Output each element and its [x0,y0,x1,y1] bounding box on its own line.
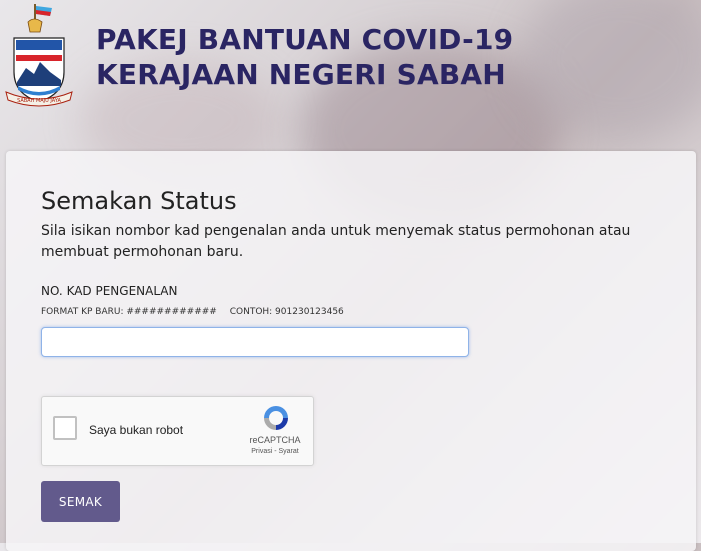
recaptcha-privacy-terms-link[interactable]: Privasi - Syarat [241,448,309,455]
ic-format-hint: FORMAT KP BARU: ############ CONTOH: 901… [41,307,354,317]
semak-button[interactable]: SEMAK [41,481,120,522]
ic-example-text: CONTOH: 901230123456 [229,307,344,317]
logo-motto: SABAH MAJU JAYA [17,98,61,104]
page-title-line-2: KERAJAAN NEGERI SABAH [96,58,506,91]
form-heading: Semakan Status [41,187,237,215]
ic-number-label: NO. KAD PENGENALAN [41,284,178,298]
ic-format-text: FORMAT KP BARU: ############ [41,307,217,317]
form-description: Sila isikan nombor kad pengenalan anda u… [41,223,631,260]
status-check-card: Semakan Status Sila isikan nombor kad pe… [6,151,696,551]
sabah-crest-logo: SABAH MAJU JAYA [5,4,73,107]
page-title: PAKEJ BANTUAN COVID-19 KERAJAAN NEGERI S… [96,22,513,92]
page-header: SABAH MAJU JAYA PAKEJ BANTUAN COVID-19 K… [0,0,701,150]
recaptcha-label: Saya bukan robot [89,423,184,437]
recaptcha-checkbox[interactable] [53,416,77,440]
recaptcha-widget: Saya bukan robot reCAPTCHA Privasi - Sya… [41,396,314,466]
page-title-line-1: PAKEJ BANTUAN COVID-19 [96,23,514,56]
recaptcha-brand: reCAPTCHA [249,435,301,445]
recaptcha-logo-icon [264,406,288,430]
ic-number-input[interactable] [41,327,469,357]
